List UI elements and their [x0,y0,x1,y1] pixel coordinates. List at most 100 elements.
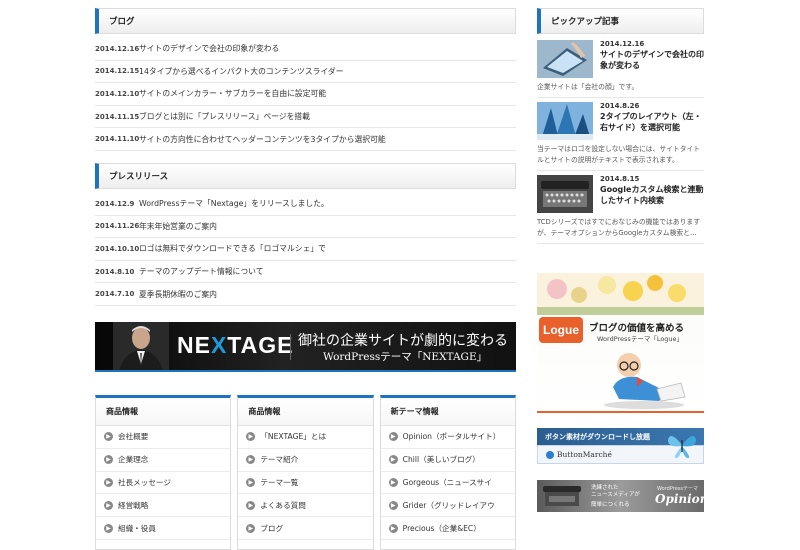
box-link[interactable]: ▶ テーマ一覧 [238,472,373,495]
press-item[interactable]: 2014.10.10 ロゴは無料でダウンロードできる「ロゴマルシェ」で [95,238,516,261]
sidebar: ピックアップ記事 2014.12.16 サイトのデザインで会社の印象が変わる 企… [537,8,704,248]
banner-copy: 御社の企業サイトが劇的に変わる [298,333,508,349]
box-link-label: Precious（企業&EC） [402,523,481,533]
press-date: 2014.7.10 [95,290,135,299]
tablet-thumbnail [537,40,593,78]
link-box: 商品情報 ▶ 会社概要 ▶ 企業理念 ▶ 社長メッセージ ▶ 経営戦略 ▶ 組織・役員 [95,395,232,550]
blog-title[interactable]: 14タイプから選べるインパクト大のコンテンツスライダー [139,66,344,77]
opinion-ad-small: WordPressテーマ [657,486,699,492]
nextage-logo-a: NE [177,332,211,358]
nextage-logo-x: X [210,332,228,358]
pickup-meta: 2014.12.16 サイトのデザインで会社の印象が変わる [593,40,704,78]
logue-ad-banner[interactable]: Logue ブログの価値を高める WordPressテーマ「Logue」 [537,273,704,413]
blog-title[interactable]: ブログとは別に「プレスリリース」ページを搭載 [139,111,310,122]
press-list: 2014.12.9 WordPressテーマ「Nextage」をリリースしました。… [95,193,516,306]
blog-title[interactable]: サイトのデザインで会社の印象が変わる [139,43,279,54]
box-link[interactable]: ▶ Gorgeous（ニュースサイ [380,472,515,495]
box-link-label: 会社概要 [118,432,149,442]
box-link-label: 経営戦略 [118,500,149,510]
blog-item[interactable]: 2014.12.16 サイトのデザインで会社の印象が変わる [95,38,516,61]
box-link-label: 社長メッセージ [118,477,172,487]
press-date: 2014.11.26 [95,222,140,231]
box-link-label: Gorgeous（ニュースサイ [402,477,492,487]
box-link-label: 「NEXTAGE」とは [260,432,327,442]
box-link[interactable]: ▶ ブログ [238,517,373,540]
box-link[interactable]: ▶ 「NEXTAGE」とは [238,426,373,449]
blog-list: 2014.12.16 サイトのデザインで会社の印象が変わる 2014.12.15 1… [95,38,516,151]
box-link[interactable]: ▶ Chill（美しいブログ） [380,449,515,472]
box-link[interactable]: ▶ Grider（グリッドレイアウ [380,494,515,518]
box-list: ▶ 「NEXTAGE」とは ▶ テーマ紹介 ▶ テーマ一覧 ▶ よくある質問 ▶ ブログ [238,426,373,540]
blog-item[interactable]: 2014.11.15 ブログとは別に「プレスリリース」ページを搭載 [95,106,516,129]
press-title[interactable]: テーマのアップデート情報について [139,266,264,277]
pickup-title[interactable]: Googleカスタム検索と連動したサイト内検索 [600,184,704,206]
box-link-label: ブログ [260,523,284,533]
blog-date: 2014.12.15 [95,67,140,76]
nextage-logo: NEXTAGE [177,332,293,359]
press-item[interactable]: 2014.11.26 年末年始営業のご案内 [95,216,516,239]
pickup-title[interactable]: 2タイプのレイアウト（左・右サイド）を選択可能 [600,111,704,133]
arrow-right-icon: ▶ [246,455,256,465]
press-date: 2014.8.10 [95,267,135,276]
logue-badge: Logue [539,317,583,343]
pickup-item[interactable]: 2014.8.15 Googleカスタム検索と連動したサイト内検索 TCDシリー… [537,175,704,244]
box-link[interactable]: ▶ Opinion（ポータルサイト） [380,426,515,449]
pickup-date: 2014.8.26 [600,102,640,110]
blog-date: 2014.11.15 [95,112,140,121]
press-date: 2014.10.10 [95,244,140,253]
arrow-right-icon: ▶ [388,477,398,487]
box-link[interactable]: ▶ 会社概要 [96,426,231,449]
pickup-meta: 2014.8.26 2タイプのレイアウト（左・右サイド）を選択可能 [593,102,704,140]
pickup-item[interactable]: 2014.12.16 サイトのデザインで会社の印象が変わる 企業サイトは「会社の… [537,40,704,98]
pickup-title[interactable]: サイトのデザインで会社の印象が変わる [600,49,704,71]
blog-item[interactable]: 2014.12.10 サイトのメインカラー・サブカラーを自由に設定可能 [95,83,516,106]
arrow-right-icon: ▶ [104,500,113,510]
press-title[interactable]: ロゴは無料でダウンロードできる「ロゴマルシェ」で [139,243,326,254]
blog-title[interactable]: サイトの方向性に合わせてヘッダーコンテンツを3タイプから選択可能 [139,134,386,145]
blog-date: 2014.12.16 [95,44,140,53]
box-link[interactable]: ▶ 企業理念 [96,449,231,472]
press-title[interactable]: WordPressテーマ「Nextage」をリリースしました。 [139,198,329,209]
button-marche-ad[interactable]: ボタン素材がダウンロードし放題 ButtonMarché [537,428,704,464]
arrow-right-icon: ▶ [104,523,113,533]
blog-item[interactable]: 2014.11.10 サイトの方向性に合わせてヘッダーコンテンツを3タイプから選択… [95,128,516,151]
pickup-desc: 企業サイトは「会社の顔」です。 [537,83,639,91]
pickup-date: 2014.8.15 [600,175,640,183]
typewriter-thumbnail [537,175,593,213]
buildings-thumbnail [537,102,593,140]
pickup-desc: 当テーマはロゴを設定しない場合には、サイトタイトルとサイトの説明がテキストで表示… [537,145,701,164]
box-link[interactable]: ▶ よくある質問 [238,494,373,518]
box-link[interactable]: ▶ 組織・役員 [96,517,231,540]
box-heading: 新テーマ情報 [380,398,515,426]
blog-title[interactable]: サイトのメインカラー・サブカラーを自由に設定可能 [139,88,326,99]
typewriter-icon [543,486,581,506]
press-item[interactable]: 2014.8.10 テーマのアップデート情報について [95,261,516,284]
box-link[interactable]: ▶ Precious（企業&EC） [380,517,515,540]
box-link-label: Chill（美しいブログ） [402,455,480,465]
pickup-desc: TCDシリーズではすでにおなじみの機能ではありますが、テーマオプションからGoo… [537,218,700,237]
box-link[interactable]: ▶ 社長メッセージ [96,472,231,495]
press-item[interactable]: 2014.7.10 夏季長期休暇のご案内 [95,283,516,306]
nextage-banner[interactable]: NEXTAGE 御社の企業サイトが劇的に変わる WordPressテーマ「NEX… [95,322,516,372]
pickup-list: 2014.12.16 サイトのデザインで会社の印象が変わる 企業サイトは「会社の… [537,40,704,244]
opinion-ad[interactable]: 洗練された ニュースメディアが 簡単につくれる WordPressテーマ Opin… [537,480,704,512]
press-title[interactable]: 夏季長期休暇のご案内 [139,289,217,300]
banner-subcopy: WordPressテーマ「NEXTAGE」 [323,351,488,363]
logue-ad-subtitle: WordPressテーマ「Logue」 [597,335,684,343]
press-item[interactable]: 2014.12.9 WordPressテーマ「Nextage」をリリースしました。 [95,193,516,216]
box-heading: 商品情報 [96,398,231,426]
arrow-right-icon: ▶ [388,523,398,533]
banner-divider [290,334,291,360]
arrow-right-icon: ▶ [246,432,256,442]
box-link[interactable]: ▶ 経営戦略 [96,494,231,518]
logue-ad-title: ブログの価値を高める [589,323,685,334]
button-ad-brand: ButtonMarché [557,450,612,459]
pickup-date: 2014.12.16 [600,40,645,48]
blog-item[interactable]: 2014.12.15 14タイプから選べるインパクト大のコンテンツスライダー [95,61,516,84]
press-title[interactable]: 年末年始営業のご案内 [139,221,217,232]
box-link[interactable]: ▶ テーマ紹介 [238,449,373,472]
arrow-right-icon: ▶ [388,500,398,510]
blog-date: 2014.12.10 [95,89,140,98]
arrow-right-icon: ▶ [388,432,398,442]
pickup-item[interactable]: 2014.8.26 2タイプのレイアウト（左・右サイド）を選択可能 当テーマはロ… [537,102,704,171]
